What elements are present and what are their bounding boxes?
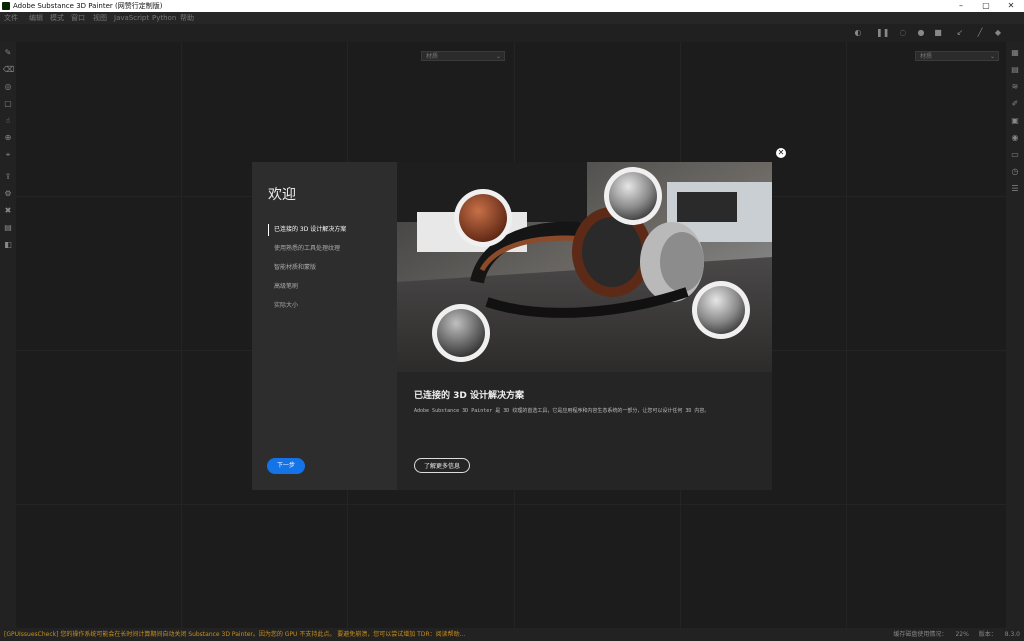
welcome-sidebar: 欢迎 已连接的 3D 设计解决方案 使用熟悉的工具处理纹理 智能材质和蒙版 高级…	[252, 162, 397, 490]
headphones-illustration	[397, 162, 772, 372]
next-button[interactable]: 下一步	[267, 458, 305, 474]
nav-actual-size[interactable]: 实际大小	[268, 300, 388, 319]
close-dialog-button[interactable]: ✕	[776, 148, 786, 158]
nav-smart-materials[interactable]: 智能材质和蒙版	[268, 262, 388, 281]
welcome-dialog: 欢迎 已连接的 3D 设计解决方案 使用熟悉的工具处理纹理 智能材质和蒙版 高级…	[252, 162, 772, 490]
content-title: 已连接的 3D 设计解决方案	[414, 391, 525, 401]
nav-connected-3d[interactable]: 已连接的 3D 设计解决方案	[268, 224, 388, 243]
welcome-title: 欢迎	[268, 187, 296, 203]
welcome-nav: 已连接的 3D 设计解决方案 使用熟悉的工具处理纹理 智能材质和蒙版 高级笔刷 …	[268, 224, 388, 319]
hero-image	[397, 162, 772, 372]
learn-more-button[interactable]: 了解更多信息	[414, 458, 470, 473]
nav-familiar-tools[interactable]: 使用熟悉的工具处理纹理	[268, 243, 388, 262]
nav-advanced-brushes[interactable]: 高级笔刷	[268, 281, 388, 300]
content-description: Adobe Substance 3D Painter 是 3D 纹理的首选工具，…	[414, 408, 710, 414]
